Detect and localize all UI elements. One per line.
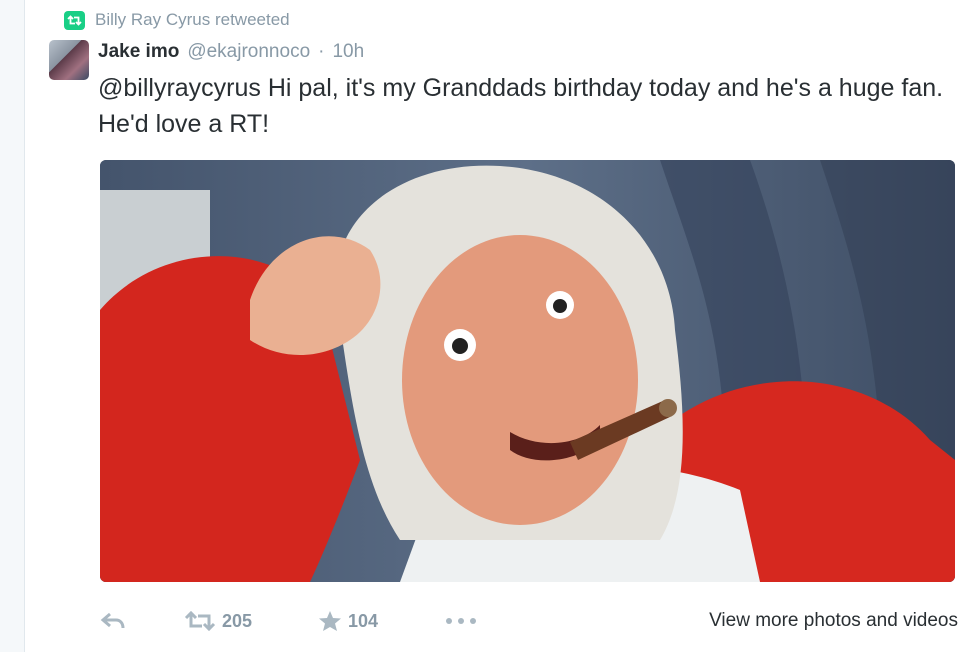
retweet-context[interactable]: Billy Ray Cyrus retweeted: [64, 9, 290, 31]
retweet-icon: [184, 611, 216, 631]
avatar[interactable]: [49, 40, 89, 80]
retweet-count: 205: [222, 610, 253, 631]
reply-icon: [100, 612, 125, 629]
view-more-photos-link[interactable]: View more photos and videos: [709, 610, 958, 632]
more-button[interactable]: [444, 616, 478, 626]
tweet-header: Jake imo @ekajronnoco · 10h: [98, 38, 364, 66]
retweet-button[interactable]: 205: [184, 611, 252, 632]
retweet-icon: [64, 10, 85, 30]
author-handle[interactable]: @ekajronnoco: [187, 41, 310, 63]
tweet-photo[interactable]: [100, 160, 955, 582]
photo-illustration: [100, 160, 955, 582]
author-name[interactable]: Jake imo: [98, 41, 179, 63]
separator-dot: ·: [318, 41, 325, 62]
left-panel-edge: [0, 0, 25, 652]
favorite-count: 104: [348, 610, 379, 631]
tweet-timestamp[interactable]: 10h: [332, 41, 364, 63]
tweet-text: @billyraycyrus Hi pal, it's my Granddads…: [98, 74, 944, 138]
retweet-context-text: Billy Ray Cyrus retweeted: [95, 10, 290, 29]
reply-button[interactable]: [100, 612, 126, 630]
star-icon: [319, 611, 341, 631]
tweet-actions: 205 104 View more photos and videos: [100, 604, 960, 638]
more-icon: [446, 618, 476, 624]
favorite-button[interactable]: 104: [318, 610, 378, 632]
